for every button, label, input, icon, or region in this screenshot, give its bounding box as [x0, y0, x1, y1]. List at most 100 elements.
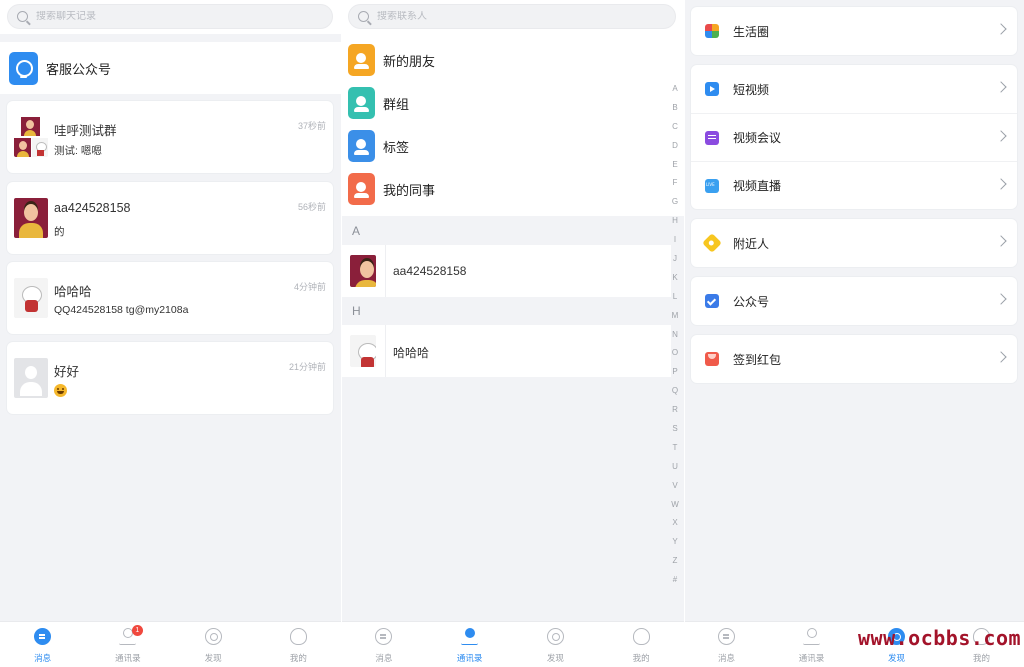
index-letter[interactable]: D — [668, 137, 682, 156]
contact-item[interactable]: aa424528158 — [341, 245, 671, 297]
alphabet-index[interactable]: A B C D E F G H I J K L M N O P Q R S T U V W X Y Z # — [668, 80, 682, 590]
headset-icon — [9, 51, 38, 85]
tab-contacts[interactable]: 1 通讯录 — [85, 622, 170, 667]
meeting-icon — [705, 130, 719, 145]
index-letter[interactable]: R — [668, 401, 682, 420]
tab-contacts[interactable]: 通讯录 — [769, 622, 854, 667]
nearby-row[interactable]: 附近人 — [691, 219, 1017, 267]
tab-messages[interactable]: 消息 — [0, 622, 85, 667]
user-avatar — [350, 335, 376, 367]
chevron-right-icon — [995, 23, 1007, 35]
index-letter[interactable]: Q — [668, 382, 682, 401]
chat-name: 好好 — [54, 365, 80, 379]
live-icon — [705, 178, 719, 193]
chat-time: 21分钟前 — [288, 362, 326, 372]
profile-icon — [632, 628, 650, 645]
index-letter[interactable]: C — [668, 118, 682, 137]
member-avatar — [21, 117, 40, 136]
tags-row[interactable]: 标签 — [348, 128, 409, 164]
groups-row[interactable]: 群组 — [348, 85, 409, 121]
contact-item[interactable]: 哈哈哈 — [341, 325, 671, 377]
user-avatar — [14, 278, 48, 318]
index-letter[interactable]: Y — [668, 533, 682, 552]
section-header: A — [341, 217, 684, 245]
index-letter[interactable]: H — [668, 212, 682, 231]
index-letter[interactable]: E — [668, 156, 682, 175]
search-bar-area — [341, 0, 684, 34]
contact-search-box[interactable] — [348, 4, 676, 29]
index-letter[interactable]: L — [668, 288, 682, 307]
live-stream-row[interactable]: 视频直播 — [691, 161, 1017, 209]
index-letter[interactable]: X — [668, 514, 682, 533]
index-letter[interactable]: # — [668, 571, 682, 590]
chat-time: 56秒前 — [297, 202, 326, 212]
tab-discover[interactable]: 发现 — [171, 622, 256, 667]
index-letter[interactable]: F — [668, 174, 682, 193]
index-letter[interactable]: M — [668, 307, 682, 326]
discover-group: 附近人 — [691, 219, 1017, 267]
index-letter[interactable]: V — [668, 477, 682, 496]
chat-item[interactable]: 哇呼测试群 测试: 嗯嗯 37秒前 — [7, 101, 333, 173]
panel-divider — [684, 0, 685, 667]
discover-icon — [546, 628, 564, 645]
chat-item[interactable]: 好好 21分钟前 — [7, 342, 333, 414]
red-envelope-icon — [705, 352, 719, 366]
section-header: H — [341, 297, 684, 325]
index-letter[interactable]: I — [668, 231, 682, 250]
row-separator — [385, 245, 386, 297]
chat-preview — [54, 384, 67, 400]
chat-name: 哇呼测试群 — [54, 124, 117, 138]
user-avatar — [350, 255, 376, 287]
tab-messages[interactable]: 消息 — [684, 622, 769, 667]
service-account-row[interactable]: 客服公众号 — [0, 42, 341, 94]
contacts-icon — [461, 628, 479, 645]
tab-discover[interactable]: 发现 — [513, 622, 599, 667]
official-accounts-row[interactable]: 公众号 — [691, 277, 1017, 325]
tab-me[interactable]: 我的 — [256, 622, 341, 667]
index-letter[interactable]: U — [668, 458, 682, 477]
user-avatar — [14, 198, 48, 238]
index-letter[interactable]: J — [668, 250, 682, 269]
default-avatar — [14, 358, 48, 398]
video-meeting-row[interactable]: 视频会议 — [691, 113, 1017, 161]
message-icon — [34, 628, 52, 645]
new-friend-icon — [348, 44, 375, 76]
index-letter[interactable]: G — [668, 193, 682, 212]
index-letter[interactable]: A — [668, 80, 682, 99]
short-video-row[interactable]: 短视频 — [691, 65, 1017, 113]
contact-search-input[interactable] — [377, 11, 577, 22]
index-letter[interactable]: O — [668, 344, 682, 363]
index-letter[interactable]: T — [668, 439, 682, 458]
index-letter[interactable]: N — [668, 326, 682, 345]
index-letter[interactable]: K — [668, 269, 682, 288]
play-video-icon — [705, 82, 719, 96]
discover-screen: 生活圈 短视频 视频会议 视频直播 附近人 公众号 签到红包 消息 通讯录 发现… — [684, 0, 1024, 667]
index-letter[interactable]: Z — [668, 552, 682, 571]
index-letter[interactable]: S — [668, 420, 682, 439]
colleagues-row[interactable]: 我的同事 — [348, 171, 435, 207]
index-letter[interactable]: W — [668, 496, 682, 515]
tag-icon — [348, 130, 375, 162]
search-bar-area — [0, 0, 341, 34]
group-icon — [348, 87, 375, 119]
chat-search-input[interactable] — [36, 11, 236, 22]
chat-search-box[interactable] — [7, 4, 333, 29]
member-avatar — [32, 138, 48, 157]
chat-item[interactable]: 哈哈哈 QQ424528158 tg@my2108a 4分钟前 — [7, 262, 333, 334]
index-letter[interactable]: P — [668, 363, 682, 382]
checkin-red-packet-row[interactable]: 签到红包 — [691, 335, 1017, 383]
message-icon — [375, 628, 393, 645]
life-circle-row[interactable]: 生活圈 — [691, 7, 1017, 55]
discover-group: 签到红包 — [691, 335, 1017, 383]
contact-functions: 新的朋友 群组 标签 我的同事 — [341, 34, 684, 216]
tab-me[interactable]: 我的 — [598, 622, 684, 667]
tab-messages[interactable]: 消息 — [341, 622, 427, 667]
watermark: www.ocbbs.com — [858, 626, 1022, 650]
chevron-right-icon — [995, 293, 1007, 305]
chat-item[interactable]: aa424528158 的 56秒前 — [7, 182, 333, 254]
index-letter[interactable]: B — [668, 99, 682, 118]
new-friends-row[interactable]: 新的朋友 — [348, 42, 435, 78]
chevron-right-icon — [995, 130, 1007, 142]
tab-contacts[interactable]: 通讯录 — [427, 622, 513, 667]
location-pin-icon — [702, 233, 722, 253]
